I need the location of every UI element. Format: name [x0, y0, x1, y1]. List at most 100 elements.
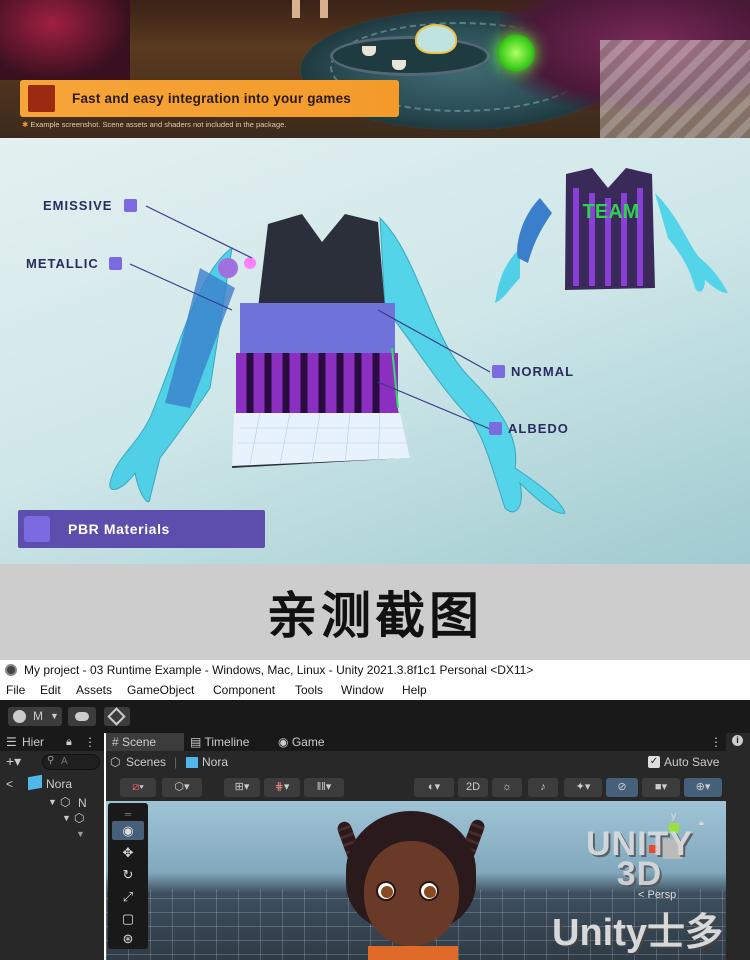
menu-assets[interactable]: Assets: [76, 680, 112, 700]
scene-breadcrumbs: ⬡ Scenes | Nora ✓ Auto Save: [106, 751, 726, 773]
pbr-materials-bar: PBR Materials: [18, 510, 265, 548]
gameobject-icon: ⬡: [74, 811, 85, 825]
scene-tab-strip: # Scene ▤ Timeline ◉ Game ⋮: [106, 733, 726, 751]
hierarchy-search-input[interactable]: ⚲ A: [42, 754, 100, 770]
emissive-glow: [244, 257, 256, 269]
kebab-menu-icon[interactable]: ⋮: [710, 733, 722, 751]
emissive-joint: [218, 258, 238, 278]
emissive-pointer: [145, 205, 253, 259]
banner-disclaimer-text: Example screenshot. Scene assets and sha…: [30, 120, 287, 129]
cube-icon: ⬡: [174, 781, 185, 793]
teacup: [392, 60, 406, 70]
tab-timeline[interactable]: ▤ Timeline: [190, 733, 249, 751]
breadcrumb-object[interactable]: Nora: [202, 751, 228, 773]
label-normal: NORMAL: [511, 364, 575, 379]
back-chevron-icon[interactable]: <: [6, 777, 13, 791]
tab-timeline-label: Timeline: [204, 735, 250, 749]
auto-save-checkbox[interactable]: ✓: [648, 756, 660, 768]
gizmo-y-label: y: [671, 811, 676, 822]
expand-arrow-icon[interactable]: ▼: [76, 829, 85, 839]
breadcrumb-scenes[interactable]: Scenes: [126, 751, 166, 773]
prefab-cube-icon: [186, 757, 198, 768]
draw-mode-dropdown[interactable]: ⧄▾: [120, 778, 156, 797]
snap-increment-dropdown[interactable]: ⋕▾: [264, 778, 300, 797]
toggle-2d-label: 2D: [465, 781, 481, 793]
scene-panel: # Scene ▤ Timeline ◉ Game ⋮ ⬡ Scenes | N…: [106, 733, 726, 960]
hierarchy-tab-icon: ☰: [6, 735, 17, 749]
tab-game-label: Game: [291, 735, 325, 749]
create-plus-icon[interactable]: +▾: [6, 753, 21, 770]
promo-banner: Fast and easy integration into your game…: [0, 0, 750, 138]
albedo-swatch: [489, 422, 502, 435]
gizmos-dropdown[interactable]: ⊕▾: [684, 778, 722, 797]
small-left-arm: [495, 248, 520, 303]
cloud-button[interactable]: [68, 707, 96, 726]
account-icon: [13, 710, 26, 723]
menu-bar: File Edit Assets GameObject Component To…: [0, 680, 750, 700]
account-button[interactable]: M ▼: [8, 707, 62, 726]
scene-stairs: [600, 40, 750, 138]
kebab-menu-icon[interactable]: ⋮: [84, 733, 96, 751]
pbr-illustration: TEAM: [109, 168, 728, 514]
breadcrumb-separator: |: [174, 755, 178, 769]
move-tool-icon[interactable]: ✥: [112, 843, 144, 862]
small-right-arm: [655, 193, 728, 293]
unity-logo-icon: [5, 664, 17, 676]
view-tool-eye-icon[interactable]: ◉: [112, 821, 144, 840]
lock-icon[interactable]: 🔒︎: [66, 733, 72, 751]
hierarchy-child-label[interactable]: N: [78, 796, 87, 810]
tool-palette: ═ ◉ ✥ ↻ ⤢ ▢ ⊛: [108, 803, 148, 949]
lighting-toggle[interactable]: ☼: [492, 778, 522, 797]
cloud-icon: [75, 712, 89, 721]
banner-title: Fast and easy integration into your game…: [72, 91, 352, 106]
ruler-icon: ‖‖: [316, 781, 326, 793]
shirt-band-normal: [240, 303, 395, 353]
menu-window[interactable]: Window: [341, 680, 384, 700]
render-cube-dropdown[interactable]: ⬡▾: [162, 778, 202, 797]
menu-file[interactable]: File: [6, 680, 25, 700]
small-robot-arm: [517, 198, 552, 263]
jersey-team-text: TEAM: [583, 201, 640, 223]
rect-tool-icon[interactable]: ▢: [112, 909, 144, 928]
shading-dropdown[interactable]: ◐▾: [414, 778, 454, 797]
increment-dropdown[interactable]: ‖‖▾: [304, 778, 344, 797]
character-eye: [376, 881, 396, 901]
normal-swatch: [492, 365, 505, 378]
caption-text: 亲测截图: [267, 587, 483, 645]
window-titlebar: My project - 03 Runtime Example - Window…: [0, 660, 750, 680]
expand-arrow-icon[interactable]: ▼: [62, 813, 71, 823]
transform-tool-icon[interactable]: ⊛: [112, 929, 144, 948]
rotate-tool-icon[interactable]: ↻: [112, 865, 144, 884]
lock-icon[interactable]: 🔒︎: [699, 817, 704, 828]
menu-help[interactable]: Help: [402, 680, 427, 700]
expand-arrow-icon[interactable]: ▼: [48, 797, 57, 807]
visibility-toggle[interactable]: ⊘: [606, 778, 638, 797]
info-icon[interactable]: i: [732, 735, 743, 746]
hierarchy-tab-label: Hier: [22, 735, 45, 749]
watermark-unity3d: UNITY 3D: [586, 827, 693, 891]
menu-edit[interactable]: Edit: [40, 680, 61, 700]
banner-square-icon: [28, 85, 55, 112]
toggle-2d-button[interactable]: 2D: [458, 778, 488, 797]
scale-tool-icon[interactable]: ⤢: [112, 887, 144, 906]
camera-dropdown[interactable]: ■▾: [642, 778, 680, 797]
teacup: [362, 46, 376, 56]
menu-tools[interactable]: Tools: [295, 680, 323, 700]
hierarchy-root-label[interactable]: Nora: [46, 777, 72, 791]
scene-viewport[interactable]: y 🔒︎ < Persp UNITY 3D Unity士多 ═ ◉ ✥ ↻ ⤢ …: [106, 801, 726, 960]
audio-mute-icon: ♪: [540, 781, 546, 793]
audio-toggle[interactable]: ♪: [528, 778, 558, 797]
pbr-square-icon: [24, 516, 50, 542]
tab-game[interactable]: ◉ Game: [278, 733, 325, 751]
timeline-icon: ▤: [190, 735, 202, 749]
potion-bottle: [497, 34, 535, 72]
banner-title-bar: Fast and easy integration into your game…: [20, 80, 399, 117]
asterisk-icon: ✱: [22, 120, 29, 129]
hierarchy-tab[interactable]: ☰ Hier 🔒︎ ⋮: [0, 733, 104, 751]
tab-scene[interactable]: # Scene: [106, 733, 184, 751]
menu-gameobject[interactable]: GameObject: [127, 680, 194, 700]
grid-snap-dropdown[interactable]: ⊞▾: [224, 778, 260, 797]
menu-component[interactable]: Component: [213, 680, 275, 700]
collab-button[interactable]: [104, 707, 130, 726]
effects-dropdown[interactable]: ✦▾: [564, 778, 602, 797]
